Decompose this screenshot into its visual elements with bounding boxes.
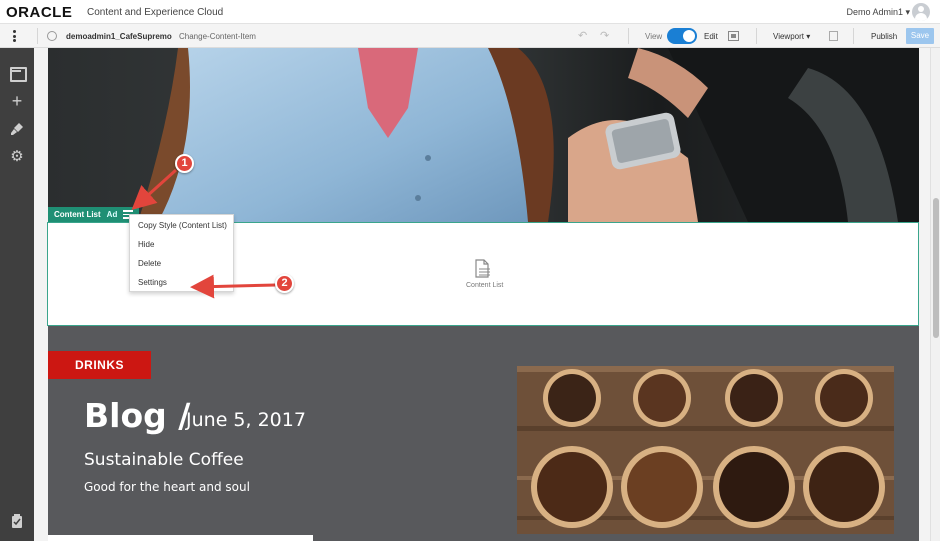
menu-item-copy-style[interactable]: Copy Style (Content List) <box>138 221 227 230</box>
oracle-logo: ORACLE <box>6 4 73 21</box>
hero-photo <box>48 48 919 222</box>
site-icon <box>47 31 57 41</box>
content-list-icon <box>474 259 492 279</box>
component-ad-label: Ad <box>106 210 118 219</box>
menu-item-delete[interactable]: Delete <box>138 259 161 268</box>
site-name: demoadmin1_CafeSupremo <box>66 32 172 41</box>
bottom-strip <box>48 535 313 541</box>
save-button[interactable]: Save <box>906 28 934 44</box>
brush-icon[interactable] <box>10 122 24 136</box>
callout-badge-1: 1 <box>175 154 194 173</box>
gear-icon[interactable]: ⚙ <box>10 149 24 164</box>
blog-subtitle: Sustainable Coffee <box>84 450 244 470</box>
left-rail: + ⚙ <box>0 48 34 541</box>
toolbar-divider <box>37 28 38 44</box>
toggle-knob <box>683 30 695 42</box>
redo-icon[interactable]: ↷ <box>600 29 609 42</box>
more-menu-icon[interactable] <box>13 30 17 44</box>
device-icon[interactable] <box>829 31 838 41</box>
component-context-menu: Copy Style (Content List) Hide Delete Se… <box>129 214 234 292</box>
blog-title: Blog / <box>84 396 191 435</box>
edit-mode-toggle[interactable] <box>667 28 697 44</box>
coffee-image[interactable] <box>517 366 894 534</box>
publish-button[interactable]: Publish <box>871 32 897 41</box>
user-menu[interactable]: Demo Admin1 ▾ <box>846 7 910 18</box>
editor-toolbar: demoadmin1_CafeSupremo Change-Content-It… <box>0 24 940 48</box>
view-mode-label[interactable]: View <box>645 32 662 41</box>
clipboard-icon[interactable] <box>10 514 24 528</box>
menu-item-hide[interactable]: Hide <box>138 240 154 249</box>
toolbar-divider <box>756 28 757 44</box>
callout-badge-2: 2 <box>275 274 294 293</box>
preview-icon[interactable] <box>728 31 739 41</box>
panels-icon[interactable] <box>10 66 27 82</box>
top-header: ORACLE Content and Experience Cloud Demo… <box>0 0 940 24</box>
blog-date: June 5, 2017 <box>186 409 306 431</box>
hero-image[interactable] <box>48 48 919 222</box>
content-list-placeholder: Content List <box>466 282 504 289</box>
avatar[interactable] <box>912 3 930 21</box>
viewport-dropdown[interactable]: Viewport ▾ <box>773 32 810 41</box>
scrollbar-thumb[interactable] <box>933 198 939 338</box>
edit-mode-label[interactable]: Edit <box>704 32 718 41</box>
blog-tagline: Good for the heart and soul <box>84 480 250 494</box>
add-icon[interactable]: + <box>10 92 24 110</box>
page-name[interactable]: Change-Content-Item <box>179 32 256 41</box>
category-badge[interactable]: DRINKS <box>48 351 151 379</box>
undo-icon[interactable]: ↶ <box>578 29 587 42</box>
vertical-scrollbar[interactable] <box>930 48 940 541</box>
menu-item-settings[interactable]: Settings <box>138 278 167 287</box>
coffee-photo <box>517 366 894 534</box>
toolbar-divider <box>628 28 629 44</box>
toolbar-divider <box>853 28 854 44</box>
component-name: Content List <box>54 210 101 219</box>
component-label-tag[interactable]: Content List Ad <box>48 207 140 222</box>
site-builder: ORACLE Content and Experience Cloud Demo… <box>0 0 940 541</box>
product-name: Content and Experience Cloud <box>87 7 224 18</box>
